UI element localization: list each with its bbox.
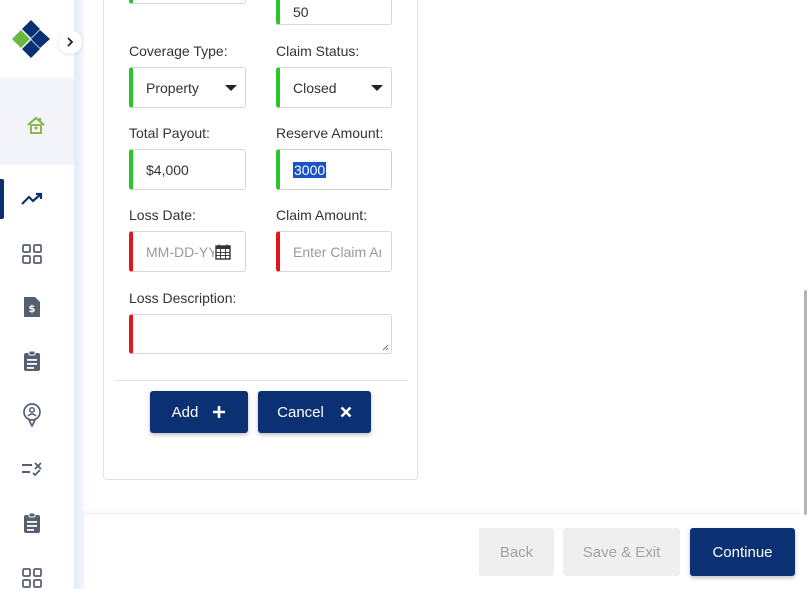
reserve-amount-label: Reserve Amount: bbox=[276, 125, 384, 141]
coverage-type-select[interactable]: Property bbox=[129, 67, 246, 108]
scrollbar-thumb[interactable] bbox=[804, 290, 807, 515]
sidebar-item-checklist[interactable] bbox=[0, 449, 64, 489]
sidebar-item-dashboard[interactable] bbox=[0, 234, 64, 274]
claim-status-select[interactable]: Closed bbox=[276, 67, 392, 108]
sidebar-item-apps[interactable] bbox=[0, 558, 64, 589]
cancel-button-label: Cancel bbox=[277, 403, 324, 421]
svg-text:$: $ bbox=[29, 304, 36, 315]
sidebar-item-invoices[interactable]: $ bbox=[0, 287, 64, 327]
continue-button[interactable]: Continue bbox=[690, 528, 795, 576]
plus-icon bbox=[213, 406, 226, 418]
claim-amount-label: Claim Amount: bbox=[276, 207, 368, 223]
loss-date-placeholder: MM-DD-YYYY bbox=[146, 243, 214, 260]
location-pin-icon bbox=[23, 403, 41, 427]
resize-grip-icon[interactable] bbox=[381, 343, 389, 351]
chevron-right-icon bbox=[67, 37, 74, 47]
clipboard-icon bbox=[24, 350, 40, 371]
previous-field[interactable] bbox=[129, 0, 246, 4]
invoice-icon: $ bbox=[24, 297, 40, 317]
claim-amount-placeholder: Enter Claim Amount bbox=[293, 243, 381, 260]
claim-status-label: Claim Status: bbox=[276, 43, 360, 59]
add-button-label: Add bbox=[171, 403, 199, 421]
grid-icon bbox=[22, 244, 42, 264]
grid-icon bbox=[22, 568, 42, 588]
close-icon bbox=[340, 406, 352, 418]
sidebar-item-locations[interactable] bbox=[0, 395, 64, 435]
sidebar-item-home[interactable] bbox=[0, 78, 74, 165]
chevron-down-icon bbox=[225, 85, 237, 91]
loss-date-label: Loss Date: bbox=[129, 207, 196, 223]
reserve-amount-input[interactable]: 3000 bbox=[276, 149, 392, 190]
app-root: $ 50 Coverage Type: Property Claim Statu… bbox=[0, 0, 811, 589]
clipboard-icon bbox=[24, 512, 40, 533]
chevron-down-icon bbox=[371, 85, 383, 91]
app-logo bbox=[12, 20, 50, 58]
previous-number-field[interactable]: 50 bbox=[276, 0, 392, 25]
total-payout-label: Total Payout: bbox=[129, 125, 210, 141]
trending-icon bbox=[21, 192, 43, 205]
coverage-type-value: Property bbox=[146, 79, 199, 96]
calendar-icon[interactable] bbox=[215, 244, 231, 260]
home-icon bbox=[27, 116, 45, 134]
sidebar-expand-button[interactable] bbox=[58, 30, 82, 54]
sidebar: $ bbox=[0, 0, 82, 589]
cancel-button[interactable]: Cancel bbox=[258, 391, 371, 433]
sidebar-item-reports[interactable] bbox=[0, 503, 64, 543]
save-exit-button[interactable]: Save & Exit bbox=[563, 528, 680, 576]
claim-status-value: Closed bbox=[293, 79, 337, 96]
reserve-amount-value: 3000 bbox=[293, 161, 327, 178]
total-payout-value: $4,000 bbox=[146, 161, 189, 178]
previous-number-value: 50 bbox=[293, 3, 309, 20]
loss-date-input[interactable]: MM-DD-YYYY bbox=[129, 231, 246, 272]
add-button[interactable]: Add bbox=[150, 391, 248, 433]
back-button[interactable]: Back bbox=[479, 528, 554, 576]
sidebar-shadow-strip bbox=[74, 0, 84, 589]
form-divider bbox=[115, 380, 408, 381]
total-payout-input[interactable]: $4,000 bbox=[129, 149, 246, 190]
claim-amount-input[interactable]: Enter Claim Amount bbox=[276, 231, 392, 272]
checklist-icon bbox=[22, 462, 42, 477]
sidebar-item-analytics[interactable] bbox=[0, 179, 64, 219]
coverage-type-label: Coverage Type: bbox=[129, 43, 228, 59]
loss-description-label: Loss Description: bbox=[129, 290, 237, 306]
loss-description-textarea[interactable] bbox=[129, 314, 392, 354]
sidebar-item-tasks[interactable] bbox=[0, 341, 64, 381]
